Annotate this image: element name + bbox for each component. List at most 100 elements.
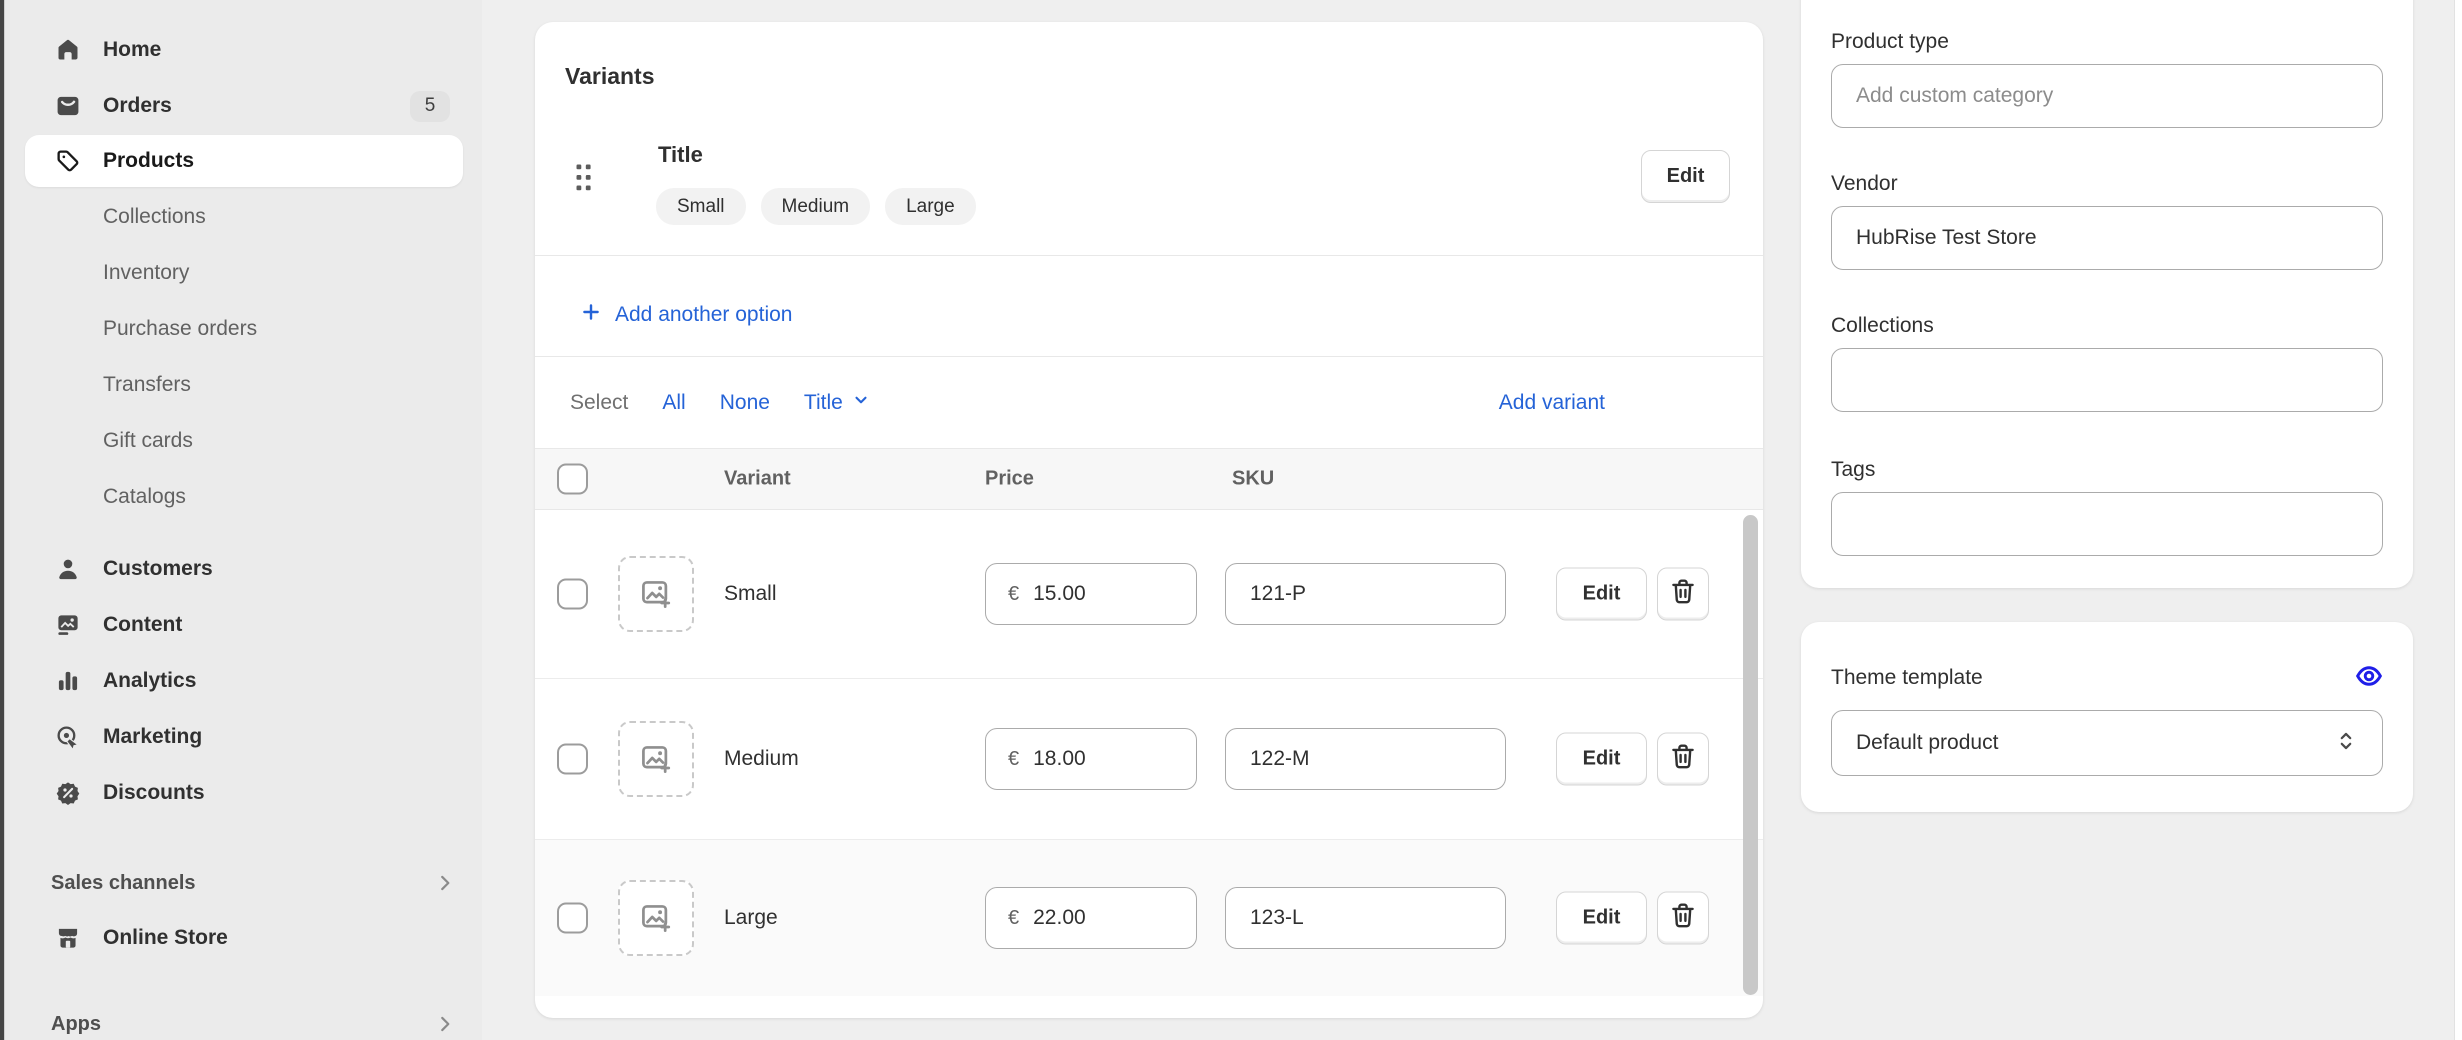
drag-handle-icon[interactable] — [575, 163, 593, 198]
row-checkbox[interactable] — [557, 579, 588, 610]
browser-scrollbar[interactable] — [2454, 0, 2462, 1040]
main-content: Variants Title Small Medium Large Edit A… — [482, 0, 2454, 1040]
variant-row: Medium € Edit — [535, 679, 1763, 840]
select-none-button[interactable]: None — [720, 391, 770, 415]
option-edit-button[interactable]: Edit — [1641, 150, 1730, 203]
price-input[interactable] — [1033, 906, 1153, 930]
variant-name: Medium — [724, 747, 799, 771]
column-header-sku: SKU — [1232, 468, 1274, 491]
image-icon — [55, 612, 81, 638]
sidebar-item-collections[interactable]: Collections — [5, 189, 482, 245]
price-field[interactable]: € — [985, 887, 1197, 949]
add-image-placeholder[interactable] — [618, 721, 694, 797]
add-variant-button[interactable]: Add variant — [1499, 391, 1605, 415]
sku-input[interactable] — [1250, 582, 1470, 606]
sidebar-item-orders[interactable]: Orders 5 — [5, 78, 482, 134]
tag-icon — [55, 148, 81, 174]
vendor-input[interactable] — [1831, 206, 2383, 270]
variants-card: Variants Title Small Medium Large Edit A… — [535, 22, 1763, 1018]
sidebar-item-content[interactable]: Content — [5, 597, 482, 653]
product-type-input[interactable] — [1831, 64, 2383, 128]
sku-input[interactable] — [1250, 906, 1470, 930]
add-image-placeholder[interactable] — [618, 556, 694, 632]
percent-badge-icon — [55, 780, 81, 806]
sidebar-section-sales-channels[interactable]: Sales channels — [5, 855, 482, 911]
variant-row: Small € Edit — [535, 510, 1763, 679]
row-delete-button[interactable] — [1657, 733, 1709, 786]
row-checkbox[interactable] — [557, 903, 588, 934]
currency-symbol: € — [1008, 748, 1019, 771]
selection-toolbar: Select All None Title Add variant — [535, 357, 1763, 448]
row-delete-button[interactable] — [1657, 568, 1709, 621]
price-field[interactable]: € — [985, 728, 1197, 790]
sidebar-item-products-active[interactable]: Products — [25, 135, 463, 187]
theme-template-label: Theme template — [1831, 666, 1983, 690]
vendor-label: Vendor — [1831, 172, 1898, 196]
sidebar-item-label: Orders — [103, 94, 172, 118]
sku-input[interactable] — [1250, 747, 1470, 771]
chevrons-up-down-icon — [2334, 729, 2358, 758]
bar-chart-icon — [55, 668, 81, 694]
person-icon — [55, 556, 81, 582]
option-value-chip: Large — [885, 188, 976, 225]
trash-icon — [1668, 900, 1698, 936]
sidebar-item-gift-cards[interactable]: Gift cards — [5, 413, 482, 469]
table-scrollbar[interactable] — [1743, 515, 1758, 995]
currency-symbol: € — [1008, 583, 1019, 606]
chevron-right-icon — [434, 872, 456, 894]
select-group-dropdown[interactable]: Title — [804, 390, 871, 416]
row-checkbox[interactable] — [557, 744, 588, 775]
sidebar-item-label: Home — [103, 38, 161, 62]
sku-field[interactable] — [1225, 887, 1506, 949]
trash-icon — [1668, 576, 1698, 612]
eye-icon[interactable] — [2355, 662, 2383, 690]
divider — [535, 255, 1763, 256]
price-input[interactable] — [1033, 747, 1153, 771]
target-cursor-icon — [55, 724, 81, 750]
sku-field[interactable] — [1225, 728, 1506, 790]
select-all-checkbox[interactable] — [557, 464, 588, 495]
home-icon — [55, 37, 81, 63]
sidebar-item-analytics[interactable]: Analytics — [5, 653, 482, 709]
sidebar-section-apps[interactable]: Apps — [5, 996, 482, 1040]
variants-card-title: Variants — [565, 63, 655, 90]
sidebar-item-inventory[interactable]: Inventory — [5, 245, 482, 301]
chevron-down-icon — [851, 390, 871, 416]
orders-count-badge: 5 — [410, 91, 450, 122]
column-header-price: Price — [985, 468, 1034, 491]
tags-input[interactable] — [1831, 492, 2383, 556]
sidebar-item-purchase-orders[interactable]: Purchase orders — [5, 301, 482, 357]
sidebar-item-customers[interactable]: Customers — [5, 541, 482, 597]
sidebar-item-marketing[interactable]: Marketing — [5, 709, 482, 765]
collections-input[interactable] — [1831, 348, 2383, 412]
row-edit-button[interactable]: Edit — [1556, 892, 1647, 945]
row-edit-button[interactable]: Edit — [1556, 568, 1647, 621]
option-values: Small Medium Large — [656, 188, 976, 225]
sidebar: Home Orders 5 Products Collections Inven… — [5, 0, 482, 1040]
sku-field[interactable] — [1225, 563, 1506, 625]
sidebar-item-transfers[interactable]: Transfers — [5, 357, 482, 413]
sidebar-item-label: Products — [103, 149, 194, 173]
option-name: Title — [658, 142, 703, 168]
variant-row: Large € Edit — [535, 840, 1763, 996]
sidebar-item-discounts[interactable]: Discounts — [5, 765, 482, 821]
row-delete-button[interactable] — [1657, 892, 1709, 945]
variants-table-header: Variant Price SKU — [535, 448, 1763, 510]
sidebar-item-online-store[interactable]: Online Store — [5, 910, 482, 966]
add-another-option-button[interactable]: Add another option — [580, 293, 792, 337]
currency-symbol: € — [1008, 907, 1019, 930]
price-field[interactable]: € — [985, 563, 1197, 625]
variant-name: Small — [724, 582, 777, 606]
row-edit-button[interactable]: Edit — [1556, 733, 1647, 786]
price-input[interactable] — [1033, 582, 1153, 606]
storefront-icon — [55, 925, 81, 951]
select-all-button[interactable]: All — [662, 391, 685, 415]
add-image-placeholder[interactable] — [618, 880, 694, 956]
chevron-right-icon — [434, 1013, 456, 1035]
sidebar-item-catalogs[interactable]: Catalogs — [5, 469, 482, 525]
product-type-label: Product type — [1831, 30, 1949, 54]
orders-icon — [55, 93, 81, 119]
option-value-chip: Small — [656, 188, 746, 225]
sidebar-item-home[interactable]: Home — [5, 22, 482, 78]
theme-template-select[interactable]: Default product — [1831, 710, 2383, 776]
